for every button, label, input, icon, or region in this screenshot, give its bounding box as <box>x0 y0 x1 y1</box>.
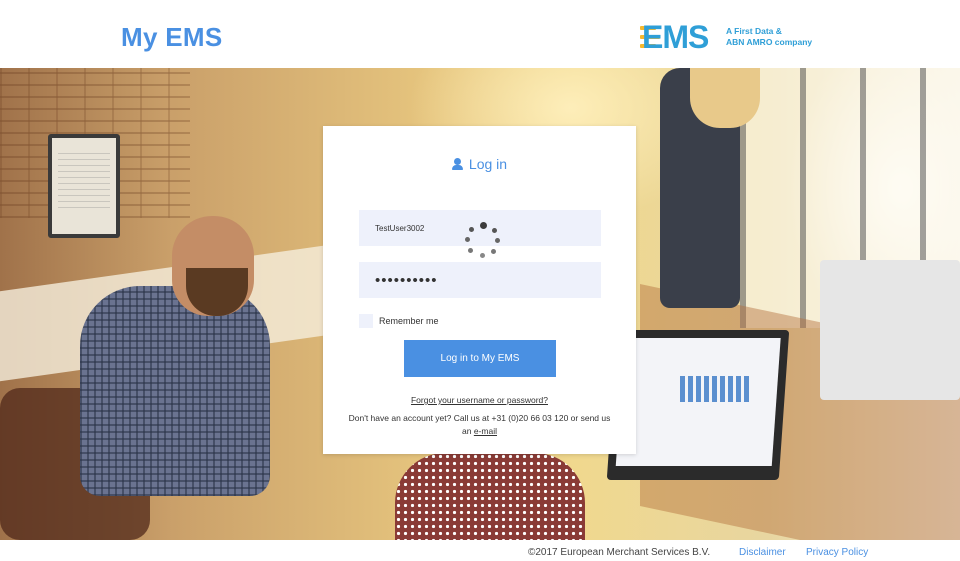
email-link[interactable]: e-mail <box>474 426 497 436</box>
login-title-text: Log in <box>468 156 508 172</box>
copyright-text: ©2017 European Merchant Services B.V. <box>528 547 711 558</box>
monitor-left <box>48 134 120 238</box>
ems-logo-mark: EMS <box>640 20 720 54</box>
ems-logo[interactable]: EMS A First Data & ABN AMRO company <box>640 20 812 54</box>
imac-monitor <box>820 260 960 400</box>
monitor-chart <box>680 376 750 402</box>
woman-hair <box>690 68 760 128</box>
login-card: Log in Remember me Log in to My EMS Forg… <box>323 126 636 454</box>
disclaimer-link[interactable]: Disclaimer <box>739 547 786 558</box>
no-account-text: Don't have an account yet? Call us at +3… <box>343 412 616 438</box>
seated-woman <box>395 453 585 540</box>
loading-spinner-icon <box>464 221 500 258</box>
forgot-credentials-link[interactable]: Forgot your username or password? <box>323 395 636 405</box>
password-input[interactable] <box>359 262 601 298</box>
logo-tagline: A First Data & ABN AMRO company <box>726 26 812 48</box>
remember-me-checkbox[interactable] <box>359 314 373 328</box>
login-title: Log in <box>323 156 636 172</box>
logo-wordmark: EMS <box>642 19 709 55</box>
seated-man <box>80 286 270 496</box>
remember-me-label[interactable]: Remember me <box>379 316 439 326</box>
header: My EMS EMS A First Data & ABN AMRO compa… <box>0 0 960 68</box>
login-submit-button[interactable]: Log in to My EMS <box>404 340 556 377</box>
app-title: My EMS <box>121 22 223 52</box>
footer: ©2017 European Merchant Services B.V. Di… <box>0 540 960 561</box>
remember-me[interactable]: Remember me <box>359 314 439 328</box>
privacy-policy-link[interactable]: Privacy Policy <box>806 547 868 558</box>
user-icon <box>451 158 463 170</box>
logo-tagline-line2: ABN AMRO company <box>726 37 813 47</box>
logo-tagline-line1: A First Data & <box>726 26 782 36</box>
